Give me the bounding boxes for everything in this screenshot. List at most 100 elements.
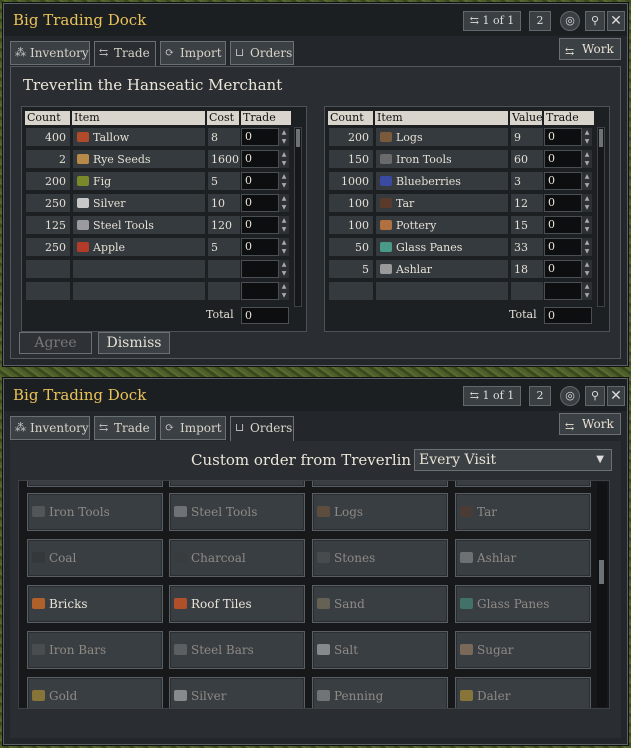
work-button[interactable]: ⇆ Work xyxy=(559,413,621,435)
scroll-thumb[interactable] xyxy=(599,560,604,584)
quantity-stepper[interactable]: ▲ ▼ xyxy=(279,282,289,300)
stepper-down-icon[interactable]: ▼ xyxy=(582,181,592,190)
pin-icon[interactable]: ⚲ xyxy=(585,11,605,31)
trade-input[interactable]: 0 xyxy=(544,150,582,168)
stepper-up-icon[interactable]: ▲ xyxy=(582,260,592,269)
goods-toggle-button[interactable]: Silver xyxy=(169,677,305,708)
goods-toggle-button[interactable]: Ashlar xyxy=(455,539,591,577)
quantity-stepper[interactable]: ▲ ▼ xyxy=(279,172,289,190)
trade-input[interactable]: 0 xyxy=(544,238,582,256)
trade-input[interactable]: 0 xyxy=(544,260,582,278)
page-indicator[interactable]: ⇆ 1 of 1 xyxy=(463,386,521,406)
stepper-down-icon[interactable]: ▼ xyxy=(279,291,289,300)
quantity-stepper[interactable]: ▲ ▼ xyxy=(279,238,289,256)
stepper-up-icon[interactable]: ▲ xyxy=(582,150,592,159)
stepper-down-icon[interactable]: ▼ xyxy=(279,225,289,234)
trade-input[interactable]: 0 xyxy=(544,128,582,146)
stepper-down-icon[interactable]: ▼ xyxy=(279,181,289,190)
frequency-dropdown[interactable]: Every Visit ▼ xyxy=(414,449,612,471)
goods-scrollbar[interactable] xyxy=(597,482,607,707)
scroll-thumb[interactable] xyxy=(599,129,603,147)
tab-orders[interactable]: ⊔ Orders xyxy=(230,41,294,65)
trade-input[interactable]: 0 xyxy=(241,238,279,256)
table-scrollbar[interactable] xyxy=(294,127,302,307)
stepper-down-icon[interactable]: ▼ xyxy=(279,269,289,278)
tab-inventory[interactable]: ⁂ Inventory xyxy=(10,41,90,65)
stepper-up-icon[interactable]: ▲ xyxy=(279,128,289,137)
target-icon[interactable]: ◎ xyxy=(560,386,580,406)
stepper-up-icon[interactable]: ▲ xyxy=(582,282,592,291)
title-bar[interactable]: Big Trading Dock ⇆ 1 of 1 2 ◎ ⚲ ✕ xyxy=(4,4,627,36)
work-button[interactable]: ⇆ Work xyxy=(559,38,621,60)
stepper-down-icon[interactable]: ▼ xyxy=(279,137,289,146)
stepper-up-icon[interactable]: ▲ xyxy=(279,282,289,291)
goods-toggle-button[interactable]: Tar xyxy=(455,493,591,531)
trade-input[interactable]: 0 xyxy=(241,150,279,168)
stepper-up-icon[interactable]: ▲ xyxy=(582,172,592,181)
stepper-up-icon[interactable]: ▲ xyxy=(582,194,592,203)
goods-toggle-button[interactable]: Sand xyxy=(312,585,448,623)
stepper-down-icon[interactable]: ▼ xyxy=(582,269,592,278)
page-indicator[interactable]: ⇆ 1 of 1 xyxy=(463,11,521,31)
stepper-down-icon[interactable]: ▼ xyxy=(582,159,592,168)
title-bar[interactable]: Big Trading Dock ⇆ 1 of 1 2 ◎ ⚲ ✕ xyxy=(4,379,627,411)
goods-toggle-button[interactable]: Penning xyxy=(312,677,448,708)
trade-input[interactable]: 0 xyxy=(544,216,582,234)
goods-button-partial[interactable] xyxy=(27,481,163,487)
table-scrollbar[interactable] xyxy=(597,127,605,307)
dismiss-button[interactable]: Dismiss xyxy=(98,332,170,354)
trade-input[interactable]: 0 xyxy=(241,172,279,190)
stepper-up-icon[interactable]: ▲ xyxy=(582,128,592,137)
trade-input[interactable]: 0 xyxy=(241,216,279,234)
stepper-up-icon[interactable]: ▲ xyxy=(582,238,592,247)
close-icon[interactable]: ✕ xyxy=(607,11,625,31)
close-icon[interactable]: ✕ xyxy=(607,386,625,406)
stepper-down-icon[interactable]: ▼ xyxy=(279,247,289,256)
stepper-down-icon[interactable]: ▼ xyxy=(582,291,592,300)
trade-input[interactable]: 0 xyxy=(241,194,279,212)
stepper-up-icon[interactable]: ▲ xyxy=(279,194,289,203)
stepper-down-icon[interactable]: ▼ xyxy=(582,203,592,212)
stepper-down-icon[interactable]: ▼ xyxy=(582,137,592,146)
goods-toggle-button[interactable]: Iron Bars xyxy=(27,631,163,669)
goods-toggle-button[interactable]: Roof Tiles xyxy=(169,585,305,623)
quantity-stepper[interactable]: ▲ ▼ xyxy=(582,194,592,212)
stepper-down-icon[interactable]: ▼ xyxy=(279,203,289,212)
count-field[interactable]: 2 xyxy=(529,11,551,31)
goods-toggle-button[interactable]: Coal xyxy=(27,539,163,577)
stepper-down-icon[interactable]: ▼ xyxy=(582,247,592,256)
goods-toggle-button[interactable]: Gold xyxy=(27,677,163,708)
stepper-up-icon[interactable]: ▲ xyxy=(279,216,289,225)
trade-input[interactable] xyxy=(241,260,279,278)
trade-input[interactable]: 0 xyxy=(544,172,582,190)
quantity-stepper[interactable]: ▲ ▼ xyxy=(582,172,592,190)
goods-toggle-button[interactable]: Stones xyxy=(312,539,448,577)
goods-toggle-button[interactable]: Steel Tools xyxy=(169,493,305,531)
stepper-up-icon[interactable]: ▲ xyxy=(279,260,289,269)
stepper-up-icon[interactable]: ▲ xyxy=(582,216,592,225)
goods-toggle-button[interactable]: Logs xyxy=(312,493,448,531)
trade-input[interactable] xyxy=(241,282,279,300)
quantity-stepper[interactable]: ▲ ▼ xyxy=(582,150,592,168)
agree-button[interactable]: Agree xyxy=(19,332,92,354)
stepper-up-icon[interactable]: ▲ xyxy=(279,150,289,159)
goods-button-partial[interactable] xyxy=(169,481,305,487)
goods-toggle-button[interactable]: Iron Tools xyxy=(27,493,163,531)
quantity-stepper[interactable]: ▲ ▼ xyxy=(582,260,592,278)
quantity-stepper[interactable]: ▲ ▼ xyxy=(582,282,592,300)
quantity-stepper[interactable]: ▲ ▼ xyxy=(582,238,592,256)
scroll-thumb[interactable] xyxy=(296,129,300,147)
pin-icon[interactable]: ⚲ xyxy=(585,386,605,406)
quantity-stepper[interactable]: ▲ ▼ xyxy=(279,150,289,168)
trade-input[interactable]: 0 xyxy=(241,128,279,146)
tab-inventory[interactable]: ⁂ Inventory xyxy=(10,416,90,440)
stepper-up-icon[interactable]: ▲ xyxy=(279,238,289,247)
trade-input[interactable]: 0 xyxy=(544,194,582,212)
quantity-stepper[interactable]: ▲ ▼ xyxy=(279,128,289,146)
goods-toggle-button[interactable]: Steel Bars xyxy=(169,631,305,669)
tab-import[interactable]: ⟳ Import xyxy=(160,41,226,65)
goods-toggle-button[interactable]: Sugar xyxy=(455,631,591,669)
quantity-stepper[interactable]: ▲ ▼ xyxy=(582,128,592,146)
tab-trade[interactable]: ⇆ Trade xyxy=(94,41,156,67)
goods-toggle-button[interactable]: Glass Panes xyxy=(455,585,591,623)
